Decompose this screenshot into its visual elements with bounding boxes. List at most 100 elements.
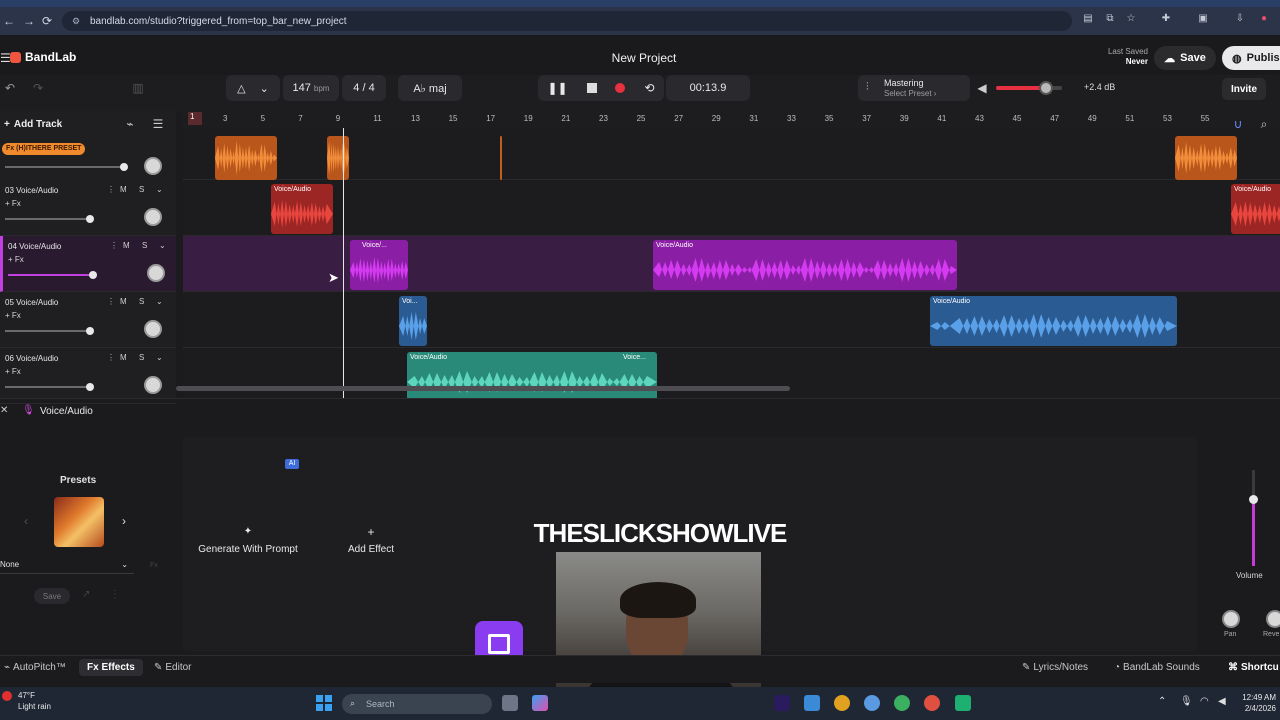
share-preset-icon[interactable]: ↗	[82, 589, 90, 600]
reload-icon[interactable]: ⟳	[38, 12, 56, 30]
track-volume-fader[interactable]	[5, 218, 93, 220]
track-add-fx[interactable]: + Fx	[8, 255, 24, 264]
chrome-profile-icon[interactable]	[864, 695, 880, 711]
track-volume-fader-knob[interactable]	[86, 383, 94, 391]
back-icon[interactable]: ←	[0, 12, 18, 30]
playhead-marker[interactable]: 1	[188, 112, 202, 125]
forward-icon[interactable]: →	[20, 12, 38, 30]
track-more-icon[interactable]: ⋮	[110, 241, 118, 250]
preset-select[interactable]: None ⌄	[0, 560, 134, 574]
add-track-button[interactable]: + Add Track	[0, 115, 66, 133]
track-header-row[interactable]: 05 Voice/Audio + Fx ⋮ M S ⌄	[0, 292, 176, 348]
task-view-icon[interactable]	[502, 695, 518, 711]
speaker-icon[interactable]: ◀	[972, 78, 992, 98]
taskbar-search[interactable]: ⌕ Search	[342, 694, 492, 714]
automation-icon[interactable]: ⌁	[120, 114, 140, 134]
chrome-profile-2-icon[interactable]	[894, 695, 910, 711]
bandlab-logo[interactable]: BandLab	[4, 50, 76, 64]
track-name[interactable]: 05 Voice/Audio	[5, 298, 58, 307]
file-explorer-icon[interactable]	[804, 695, 820, 711]
track-name[interactable]: 04 Voice/Audio	[8, 242, 61, 251]
clip-purple-2[interactable]: Voice/Audio	[653, 240, 957, 290]
time-signature-field[interactable]: 4 / 4	[342, 75, 386, 101]
chevron-down-icon[interactable]: ⌄	[159, 241, 166, 250]
track-more-icon[interactable]: ⋮	[107, 297, 115, 306]
track-pan-knob[interactable]	[144, 320, 162, 338]
clip-blue-2[interactable]: Voice/Audio	[930, 296, 1177, 346]
track-pan-knob[interactable]	[147, 264, 165, 282]
tab-lyrics-notes[interactable]: ✎ Lyrics/Notes	[1022, 662, 1088, 673]
track-name[interactable]: 06 Voice/Audio	[5, 354, 58, 363]
mic-tray-icon[interactable]: 🎙	[1180, 696, 1193, 707]
track-mute-button[interactable]: M	[120, 185, 127, 194]
address-bar[interactable]: ⚙ bandlab.com/studio?triggered_from=top_…	[62, 11, 1072, 31]
close-icon[interactable]: ✕	[0, 405, 8, 416]
copilot-icon[interactable]	[532, 695, 548, 711]
windows-start-icon[interactable]	[316, 695, 332, 711]
track-02-pan-knob[interactable]	[144, 157, 162, 175]
tab-bandlab-sounds[interactable]: ◔ BandLab Sounds	[1114, 662, 1200, 673]
track-more-icon[interactable]: ⋮	[107, 353, 115, 362]
horizontal-scrollbar[interactable]	[176, 386, 790, 391]
tempo-field[interactable]: 147 bpm	[283, 75, 339, 101]
clip-red-1[interactable]: Voice/Audio	[271, 184, 333, 234]
clip-orange-sliver[interactable]	[500, 136, 502, 180]
track-pan-knob[interactable]	[144, 376, 162, 394]
track-header-row[interactable]: 04 Voice/Audio + Fx ⋮ M S ⌄	[0, 236, 176, 292]
generate-with-prompt-button[interactable]: ✦ Generate With Prompt	[198, 525, 298, 557]
redo-icon[interactable]: ↷	[28, 78, 48, 98]
track-solo-button[interactable]: S	[139, 353, 144, 362]
chevron-left-icon[interactable]: ‹	[24, 514, 28, 528]
track-name[interactable]: 03 Voice/Audio	[5, 186, 58, 195]
chevron-right-icon[interactable]: ›	[122, 514, 126, 528]
timeline-area[interactable]: Voice/Audio Voice/Audio Voice/... Voice/…	[183, 128, 1280, 398]
fx-preset-tag[interactable]: Fx (H)ITHERE PRESET	[2, 143, 86, 155]
tab-autopitch[interactable]: ⌁ AutoPitch™	[4, 662, 66, 673]
add-effect-button[interactable]: + Add Effect	[336, 525, 406, 557]
fx-toggle-icon[interactable]: Fx	[150, 562, 158, 569]
bookmark-star-icon[interactable]: ☆	[1125, 13, 1137, 25]
project-title[interactable]: New Project	[560, 51, 728, 65]
track-mute-button[interactable]: M	[120, 297, 127, 306]
tray-chevron-icon[interactable]: ⌃	[1158, 696, 1166, 707]
site-info-icon[interactable]: ⚙	[72, 16, 82, 26]
chrome-icon[interactable]	[834, 695, 850, 711]
wifi-icon[interactable]: ◠	[1200, 696, 1209, 707]
more-options-icon[interactable]: ⋮	[110, 589, 120, 600]
track-add-fx[interactable]: + Fx	[5, 199, 21, 208]
sidebar-icon[interactable]: ▣	[1197, 13, 1209, 25]
tab-effects[interactable]: Fx Effects	[79, 659, 143, 676]
mastering-button[interactable]: ⫶ Mastering Select Preset ›	[858, 75, 970, 101]
volume-tray-icon[interactable]: ◀	[1218, 696, 1226, 707]
clip-teal-1[interactable]: Voice/Audio Voice...	[407, 352, 657, 398]
loop-icon[interactable]: ⟲	[644, 81, 654, 95]
track-02-fader[interactable]	[5, 166, 125, 168]
metronome-control[interactable]: △ ⌄	[226, 75, 280, 101]
mixer-icon[interactable]: ▥	[128, 78, 148, 98]
track-volume-fader[interactable]	[5, 330, 93, 332]
track-header-row[interactable]: 03 Voice/Audio + Fx ⋮ M S ⌄	[0, 180, 176, 236]
invite-button[interactable]: Invite	[1222, 78, 1266, 100]
clip-orange-3[interactable]	[1175, 136, 1237, 180]
downloads-icon[interactable]: ⇩	[1234, 13, 1246, 25]
track-settings-icon[interactable]: ☰	[148, 114, 168, 134]
clip-orange-2[interactable]	[327, 136, 349, 180]
save-button[interactable]: ☁ Save	[1154, 46, 1216, 70]
preset-thumbnail[interactable]	[54, 497, 104, 547]
track-header-row[interactable]: 06 Voice/Audio + Fx ⋮ M S ⌄	[0, 348, 176, 404]
taskbar-clock[interactable]: 12:49 AM 2/4/2026	[1232, 692, 1276, 714]
chevron-down-icon[interactable]: ⌄	[156, 297, 163, 306]
track-volume-fader[interactable]	[8, 274, 96, 276]
profile-avatar-icon[interactable]: ●	[1258, 13, 1270, 25]
undo-icon[interactable]: ↶	[0, 78, 20, 98]
clip-red-2[interactable]: Voice/Audio	[1231, 184, 1280, 234]
timeline-ruler[interactable]: 3 5 7 9 11 13 15 17 19 21 23 25 27 29 31 33 35 37 39 41 43 45…	[183, 111, 1280, 128]
share-icon[interactable]: ⧉	[1104, 13, 1116, 25]
preset-save-button[interactable]: Save	[34, 588, 70, 604]
publish-button[interactable]: ◍ Publis	[1222, 46, 1280, 70]
chevron-down-icon[interactable]: ⌄	[156, 185, 163, 194]
premiere-icon[interactable]	[774, 695, 790, 711]
tab-editor[interactable]: ✎ Editor	[154, 662, 192, 673]
app-green-icon[interactable]	[955, 695, 971, 711]
track-volume-fader[interactable]	[5, 386, 93, 388]
